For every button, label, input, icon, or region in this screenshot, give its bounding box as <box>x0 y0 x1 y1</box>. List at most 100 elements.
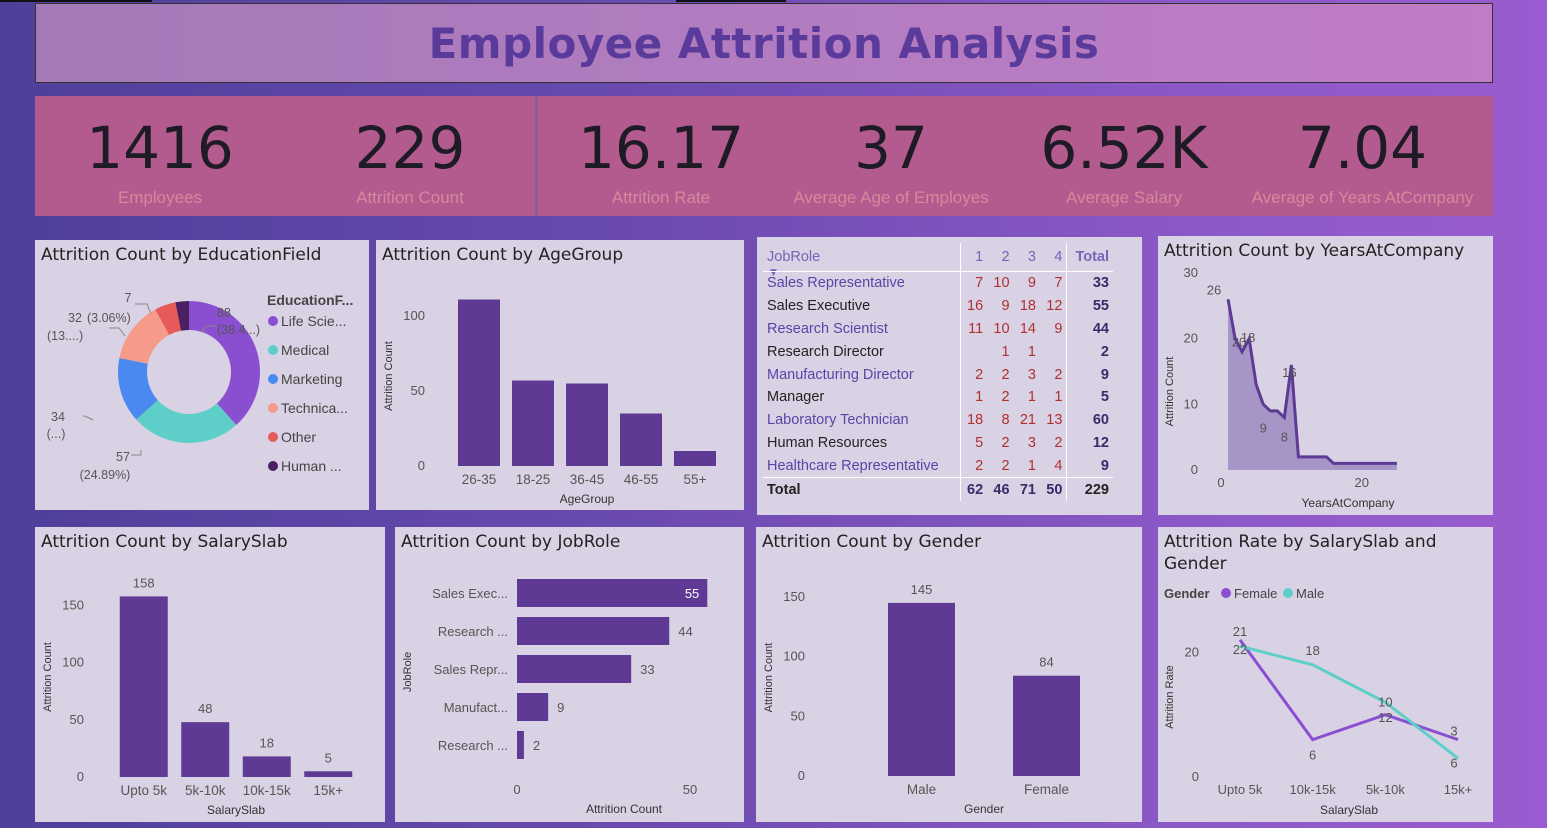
legend-label: Human ... <box>281 458 342 474</box>
panel-agegroup[interactable]: Attrition Count by AgeGroup 0 50 100 26-35 1… <box>376 240 744 510</box>
legend-label: Other <box>281 429 316 445</box>
panel-rate-salary-gender[interactable]: Attrition Rate by SalarySlab and Gender … <box>1158 527 1493 822</box>
kpi-attrition-count[interactable]: 229 Attrition Count <box>295 96 525 216</box>
header-col-1[interactable]: 1 <box>960 243 988 272</box>
matrix-total-cell: 60 <box>1092 412 1109 429</box>
header-total[interactable]: Total <box>1066 243 1113 272</box>
kpi-label: Average Salary <box>1066 188 1182 207</box>
donut-chart[interactable]: (3.06%) 88 (38.4...) 57 (24.89%) 34 (...) 32 (13… <box>35 240 369 510</box>
matrix-role-cell: Manager <box>763 385 961 409</box>
matrix-cell <box>1039 340 1068 364</box>
header-col-2[interactable]: 2 <box>987 243 1014 272</box>
x-axis-title: Gender <box>964 802 1004 816</box>
panel-jobrole[interactable]: Attrition Count by JobRole Sales Exec...… <box>395 527 744 822</box>
x-tick-label: 50 <box>683 782 697 797</box>
y-tick-label: 100 <box>783 649 805 664</box>
x-tick-label: 0 <box>513 782 520 797</box>
matrix-cell: 2 <box>1001 366 1010 383</box>
x-tick-label: 20 <box>1355 475 1369 490</box>
data-label: 21 <box>1233 624 1247 639</box>
matrix-role-cell: Research Scientist <box>763 317 961 341</box>
data-label: 3 <box>1450 724 1457 739</box>
matrix-role-cell: Sales Representative <box>763 271 961 295</box>
x-axis-title: SalarySlab <box>1320 803 1378 817</box>
kpi-average-salary[interactable]: 6.52K Average Salary <box>1010 96 1238 216</box>
bar <box>566 383 608 466</box>
y-axis-title: Attrition Rate <box>1164 665 1176 729</box>
legend-title: Gender <box>1164 586 1210 601</box>
matrix-row[interactable]: Research Director 1 1 2 <box>763 340 1113 364</box>
bar <box>242 756 291 777</box>
matrix-cell: 3 <box>1027 434 1036 451</box>
bar <box>517 579 708 607</box>
y-tick-label: Sales Repr... <box>434 662 508 677</box>
data-label: 16 <box>1282 365 1296 380</box>
matrix-cell: 18 <box>967 412 984 429</box>
legend-label: Female <box>1234 586 1277 601</box>
data-label: 34 <box>51 410 65 424</box>
kpi-attrition-rate[interactable]: 16.17 Attrition Rate <box>550 96 772 216</box>
matrix-cell: 1 <box>1001 343 1010 360</box>
data-label: 6 <box>1309 748 1316 763</box>
matrix-row[interactable]: Laboratory Technician 18 8 21 13 60 <box>763 408 1113 432</box>
header-jobrole[interactable]: JobRole <box>763 243 961 272</box>
kpi-value: 16.17 <box>577 114 745 182</box>
panel-years-at-company[interactable]: Attrition Count by YearsAtCompany 0 10 20 3… <box>1158 236 1493 515</box>
matrix-total-cell: 62 <box>960 477 988 501</box>
kpi-band: 1416 Employees 229 Attrition Count 16.17… <box>35 96 1493 216</box>
salaryslab-bar-chart[interactable]: 0 50 100 150 Upto 5k 158 5k-10k 48 10k-15k 18 15k+… <box>35 527 385 822</box>
bar <box>620 413 662 466</box>
panel-gender[interactable]: Attrition Count by Gender 0 50 100 150 Male 1… <box>756 527 1142 822</box>
kpi-label: Attrition Rate <box>611 188 711 207</box>
data-label: 9 <box>1260 420 1267 435</box>
matrix-cell: 18 <box>1019 298 1036 315</box>
matrix-cell: 13 <box>1039 408 1068 432</box>
matrix-row[interactable]: Manufacturing Director 2 2 3 2 9 <box>763 363 1113 386</box>
matrix-row[interactable]: Research Scientist 11 10 14 9 44 <box>763 317 1113 341</box>
data-label: 84 <box>1039 655 1053 670</box>
legend-label: Life Scie... <box>281 313 346 329</box>
matrix-row[interactable]: Healthcare Representative 2 2 1 4 9 <box>763 454 1113 478</box>
header-col-3[interactable]: 3 <box>1013 243 1040 272</box>
leader-line <box>83 415 94 421</box>
kpi-average-age[interactable]: 37 Average Age of Employes <box>775 96 1007 216</box>
matrix-row[interactable]: Sales Executive 16 9 18 12 55 <box>763 294 1113 318</box>
x-tick-label: 15k+ <box>1444 782 1473 797</box>
matrix-row[interactable]: Manager 1 2 1 1 5 <box>763 385 1113 409</box>
matrix-cell: 9 <box>1039 317 1068 341</box>
y-tick-label: 0 <box>1191 462 1198 477</box>
y-tick-label: Sales Exec... <box>432 586 508 601</box>
jobrole-bar-chart[interactable]: Sales Exec... 55 Research ... 44 Sales Repr.… <box>395 527 744 822</box>
x-tick-label: 26-35 <box>462 472 497 487</box>
header-col-4[interactable]: 4 <box>1039 243 1068 272</box>
years-area-chart[interactable]: 01020300 202618201698YearsAtCompanyAttrit… <box>1158 236 1493 515</box>
data-label: 55 <box>685 586 699 601</box>
panel-education-field[interactable]: Attrition Count by EducationField (3.06%… <box>35 240 369 510</box>
kpi-employees[interactable]: 1416 Employees <box>45 96 275 216</box>
gender-bar-chart[interactable]: 0 50 100 150 Male 145 Female 84 Gender Attrition … <box>756 527 1142 822</box>
legend-marker <box>268 432 278 442</box>
matrix-role-cell: Healthcare Representative <box>763 454 961 478</box>
matrix-role-cell: Sales Executive <box>763 294 961 318</box>
leader-line <box>131 450 142 456</box>
y-tick-label: Research ... <box>438 624 508 639</box>
panel-jobrole-matrix[interactable]: ▼ JobRole 1 2 3 4 Total Sales Representa… <box>757 237 1142 515</box>
data-label: 2 <box>533 738 540 753</box>
y-tick-label: 0 <box>1192 769 1199 784</box>
matrix-row[interactable]: Human Resources 5 2 3 2 12 <box>763 431 1113 455</box>
data-label: 26 <box>1207 282 1221 297</box>
matrix-cell: 1 <box>1027 457 1036 474</box>
rate-line-chart[interactable]: Gender Female Male 0 20 Upto 5k 10k-15k 5k-10k 1… <box>1158 527 1493 822</box>
agegroup-bar-chart[interactable]: 0 50 100 26-35 18-25 36-45 46-55 55+ AgeGroup Att… <box>376 240 744 510</box>
data-label: 8 <box>1281 429 1288 444</box>
matrix-row[interactable]: Sales Representative 7 10 9 7 33 <box>763 271 1113 295</box>
data-label: 10 <box>1378 695 1392 710</box>
panel-salaryslab[interactable]: Attrition Count by SalarySlab 0 50 100 150 U… <box>35 527 385 822</box>
y-tick-label: 30 <box>1184 265 1198 280</box>
matrix-total-cell: Total <box>763 477 961 501</box>
jobrole-matrix[interactable]: JobRole 1 2 3 4 Total Sales Representati… <box>763 243 1113 501</box>
kpi-average-years[interactable]: 7.04 Average of Years AtCompany <box>1240 96 1485 216</box>
matrix-total-cell: 33 <box>1092 275 1109 292</box>
x-tick-label: 0 <box>1217 475 1224 490</box>
data-label: 18 <box>1305 643 1319 658</box>
